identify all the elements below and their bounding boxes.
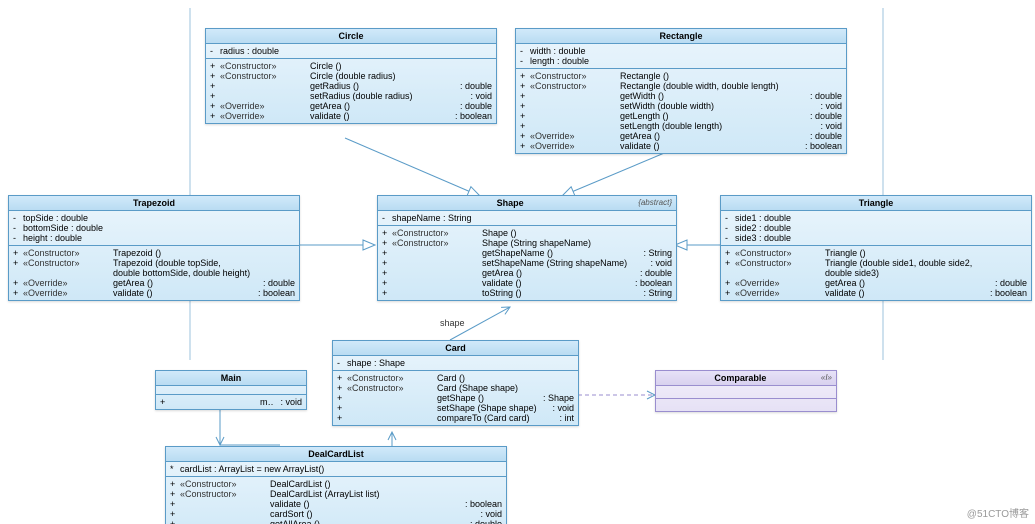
op-row: +«Constructor»Circle () <box>210 61 492 71</box>
uml-canvas: Circle -radius : double +«Constructor»Ci… <box>0 0 1035 524</box>
op-row: +«Constructor»Card () <box>337 373 574 383</box>
attr-row: -side3 : double <box>725 233 1027 243</box>
attr-row: -shapeName : String <box>382 213 672 223</box>
op-row: +«Constructor»Shape (String shapeName) <box>382 238 672 248</box>
op-row: double side3) <box>725 268 1027 278</box>
interface-comparable: Comparable «I» <box>655 370 837 412</box>
op-row: +«Override»getArea (): double <box>725 278 1027 288</box>
attrs: -radius : double <box>206 44 496 59</box>
op-row: +«Constructor»Card (Shape shape) <box>337 383 574 393</box>
op-row: +«Constructor»Shape () <box>382 228 672 238</box>
op-row: +«Constructor»Rectangle (double width, d… <box>520 81 842 91</box>
op-row: +setRadius (double radius): void <box>210 91 492 101</box>
abstract-tag: {abstract} <box>638 198 672 207</box>
op-row: +validate (): boolean <box>382 278 672 288</box>
interface-tag: «I» <box>821 373 832 382</box>
class-main: Main +main (String args[]): void <box>155 370 307 410</box>
op-row: +«Constructor»Circle (double radius) <box>210 71 492 81</box>
class-title: Rectangle <box>516 29 846 44</box>
class-title: Trapezoid <box>9 196 299 211</box>
op-row: +setShapeName (String shapeName): void <box>382 258 672 268</box>
attr-row: -width : double <box>520 46 842 56</box>
ops: +«Constructor»DealCardList ()+«Construct… <box>166 477 506 524</box>
class-title: Shape {abstract} <box>378 196 676 211</box>
attr-row: -topSide : double <box>13 213 295 223</box>
op-row: +getArea (): double <box>382 268 672 278</box>
class-dealcardlist: DealCardList *cardList : ArrayList = new… <box>165 446 507 524</box>
attrs <box>656 386 836 399</box>
attrs: *cardList : ArrayList = new ArrayList() <box>166 462 506 477</box>
op-row: +getRadius (): double <box>210 81 492 91</box>
op-row: +«Constructor»Triangle () <box>725 248 1027 258</box>
op-row: +«Constructor»DealCardList () <box>170 479 502 489</box>
op-row: +setLength (double length): void <box>520 121 842 131</box>
op-row: +compareTo (Card card): int <box>337 413 574 423</box>
class-title: Triangle <box>721 196 1031 211</box>
op-row: +«Override»validate (): boolean <box>13 288 295 298</box>
op-row: +toString (): String <box>382 288 672 298</box>
ops: +«Constructor»Circle ()+«Constructor»Cir… <box>206 59 496 123</box>
class-trapezoid: Trapezoid -topSide : double-bottomSide :… <box>8 195 300 301</box>
op-row: +getShape (): Shape <box>337 393 574 403</box>
op-row: +validate (): boolean <box>170 499 502 509</box>
ops <box>656 399 836 411</box>
attr-row: -shape : Shape <box>337 358 574 368</box>
attr-row: -length : double <box>520 56 842 66</box>
op-row: +«Constructor»Trapezoid () <box>13 248 295 258</box>
title-text: Comparable <box>714 373 766 383</box>
class-title: DealCardList <box>166 447 506 462</box>
attrs <box>156 386 306 395</box>
op-row: +getWidth (): double <box>520 91 842 101</box>
op-row: +getAllArea (): double <box>170 519 502 524</box>
op-row: double bottomSide, double height) <box>13 268 295 278</box>
ops: +«Constructor»Trapezoid ()+«Constructor»… <box>9 246 299 300</box>
ops: +«Constructor»Rectangle ()+«Constructor»… <box>516 69 846 153</box>
attrs: -topSide : double-bottomSide : double-he… <box>9 211 299 246</box>
attr-row: -radius : double <box>210 46 492 56</box>
op-row: +cardSort (): void <box>170 509 502 519</box>
op-row: +main (String args[]): void <box>160 397 302 407</box>
op-row: +«Constructor»Rectangle () <box>520 71 842 81</box>
op-row: +«Constructor»Trapezoid (double topSide, <box>13 258 295 268</box>
attr-row: -bottomSide : double <box>13 223 295 233</box>
attrs: -shape : Shape <box>333 356 578 371</box>
attr-row: -side2 : double <box>725 223 1027 233</box>
op-row: +«Override»validate (): boolean <box>520 141 842 151</box>
attr-row: -side1 : double <box>725 213 1027 223</box>
ops: +«Constructor»Card ()+«Constructor»Card … <box>333 371 578 425</box>
title-text: Shape <box>497 198 524 208</box>
ops: +«Constructor»Triangle ()+«Constructor»T… <box>721 246 1031 300</box>
watermark: @51CTO博客 <box>967 505 1029 520</box>
op-row: +setShape (Shape shape): void <box>337 403 574 413</box>
class-title: Card <box>333 341 578 356</box>
class-rectangle: Rectangle -width : double-length : doubl… <box>515 28 847 154</box>
op-row: +«Override»getArea (): double <box>210 101 492 111</box>
op-row: +«Constructor»DealCardList (ArrayList li… <box>170 489 502 499</box>
class-shape: Shape {abstract} -shapeName : String +«C… <box>377 195 677 301</box>
class-card: Card -shape : Shape +«Constructor»Card (… <box>332 340 579 426</box>
op-row: +setWidth (double width): void <box>520 101 842 111</box>
class-title: Circle <box>206 29 496 44</box>
class-circle: Circle -radius : double +«Constructor»Ci… <box>205 28 497 124</box>
attr-row: -height : double <box>13 233 295 243</box>
class-triangle: Triangle -side1 : double-side2 : double-… <box>720 195 1032 301</box>
op-row: +«Override»getArea (): double <box>520 131 842 141</box>
attrs: -width : double-length : double <box>516 44 846 69</box>
attr-row: *cardList : ArrayList = new ArrayList() <box>170 464 502 474</box>
class-title: Main <box>156 371 306 386</box>
op-row: +«Override»getArea (): double <box>13 278 295 288</box>
op-row: +«Override»validate (): boolean <box>725 288 1027 298</box>
op-row: +«Constructor»Triangle (double side1, do… <box>725 258 1027 268</box>
op-row: +getLength (): double <box>520 111 842 121</box>
ops: +main (String args[]): void <box>156 395 306 409</box>
attrs: -side1 : double-side2 : double-side3 : d… <box>721 211 1031 246</box>
role-label-shape: shape <box>440 318 465 328</box>
class-title: Comparable «I» <box>656 371 836 386</box>
op-row: +«Override»validate (): boolean <box>210 111 492 121</box>
op-row: +getShapeName (): String <box>382 248 672 258</box>
ops: +«Constructor»Shape ()+«Constructor»Shap… <box>378 226 676 300</box>
attrs: -shapeName : String <box>378 211 676 226</box>
